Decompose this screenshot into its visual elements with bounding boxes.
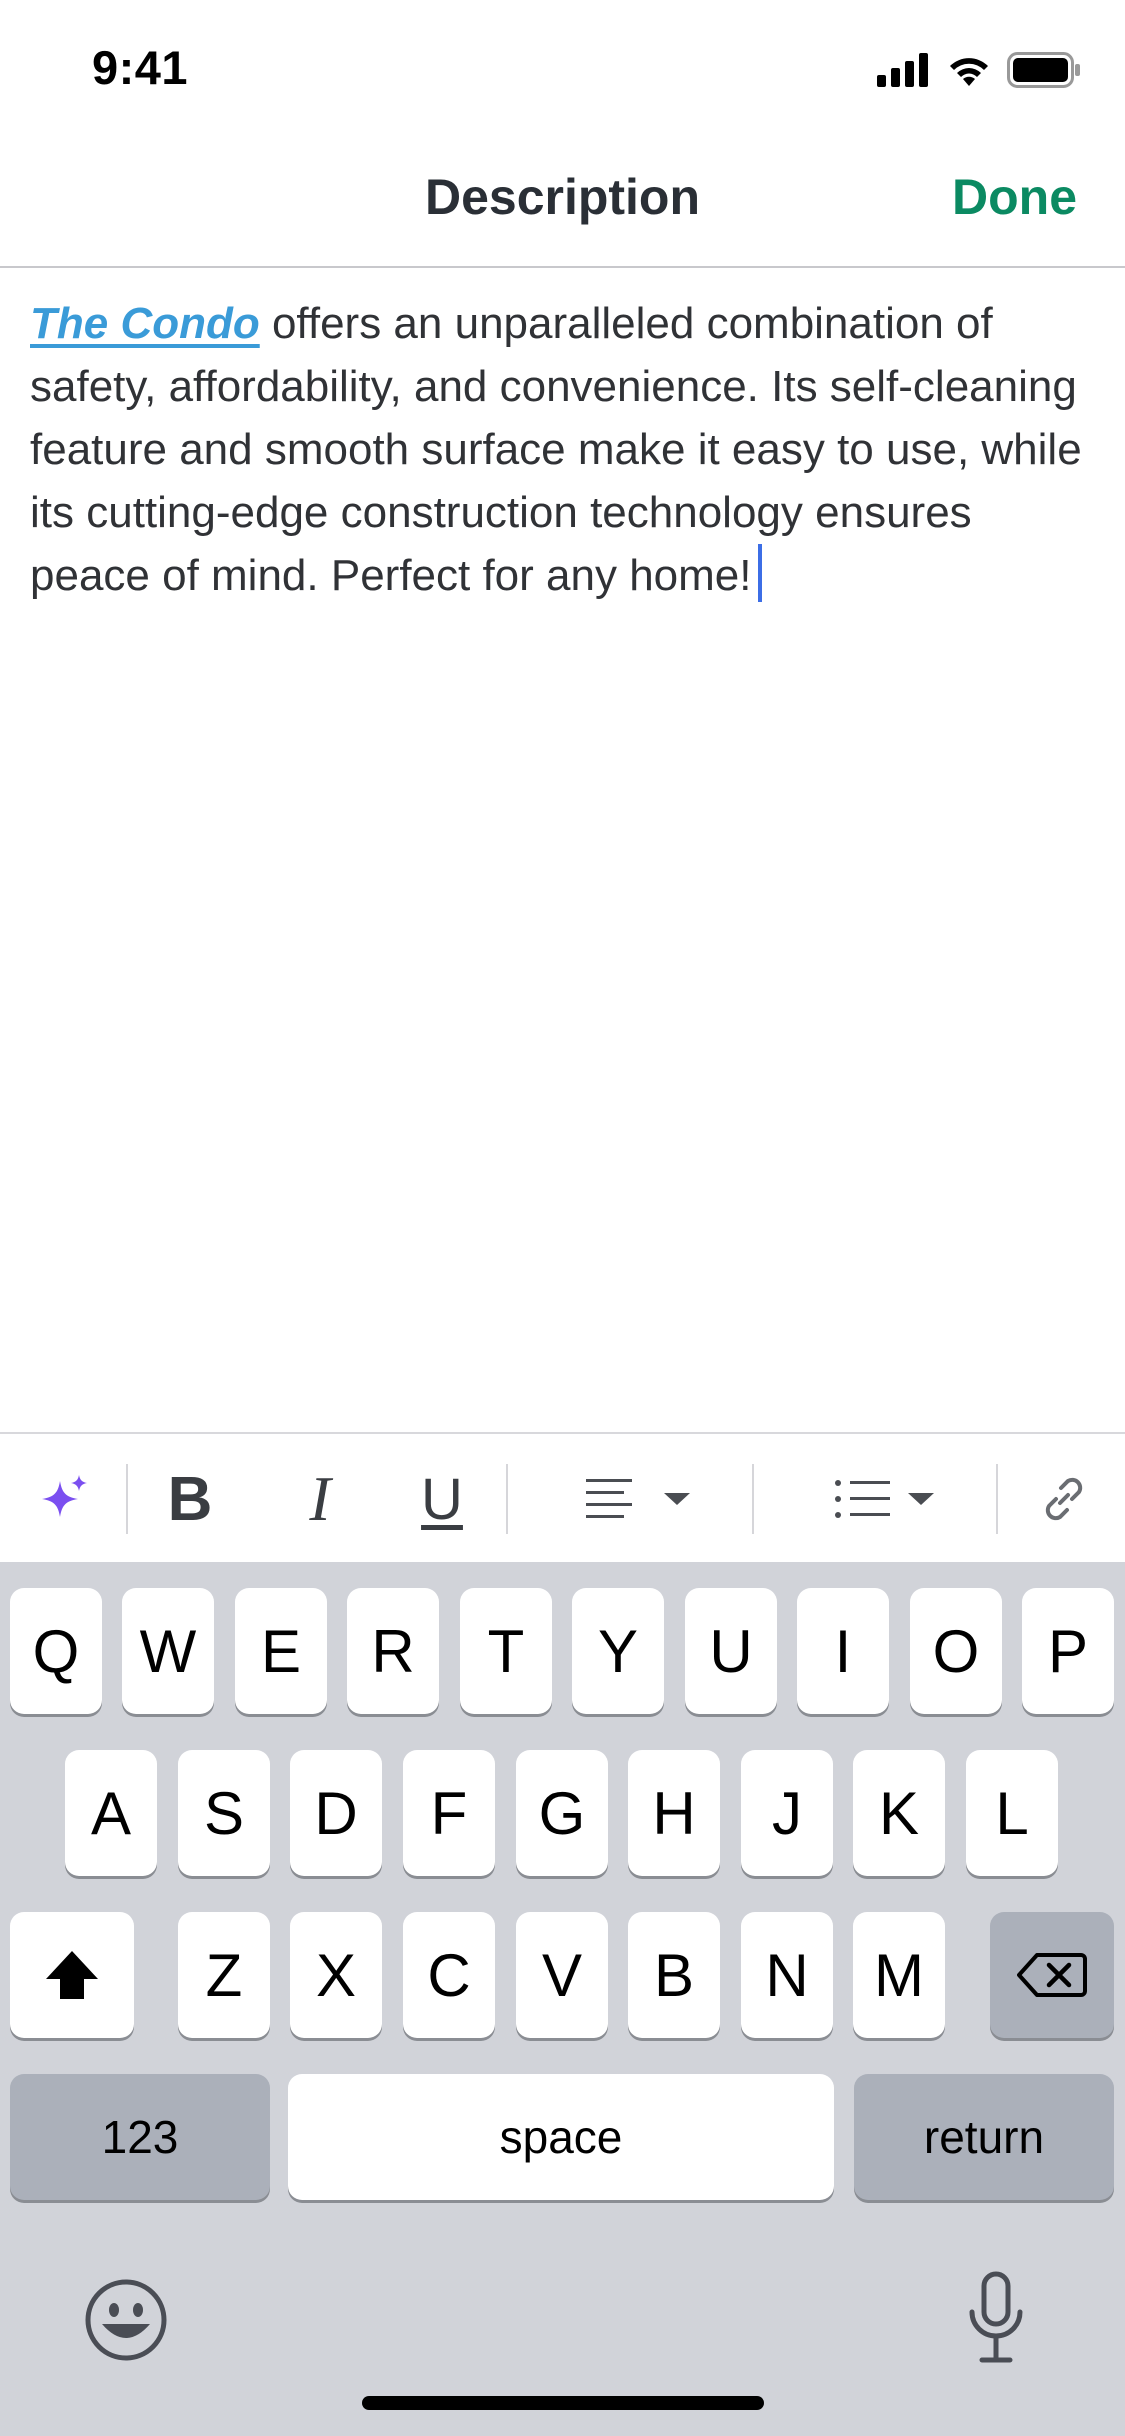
microphone-icon <box>969 2271 1023 2363</box>
backspace-key[interactable] <box>990 1912 1114 2038</box>
toolbar-separator <box>996 1464 998 1534</box>
list-dropdown[interactable] <box>834 1434 954 1564</box>
shift-icon <box>46 1951 98 1999</box>
status-bar: 9:41 <box>0 0 1125 140</box>
return-key[interactable]: return <box>854 2074 1114 2200</box>
text-caret <box>757 544 762 602</box>
key-p[interactable]: P <box>1022 1588 1114 1714</box>
toolbar-separator <box>752 1464 754 1534</box>
underline-button[interactable]: U <box>412 1434 472 1564</box>
key-o[interactable]: O <box>910 1588 1002 1714</box>
toolbar-separator <box>506 1464 508 1534</box>
sparkle-icon <box>42 1475 87 1517</box>
key-n[interactable]: N <box>741 1912 833 2038</box>
key-v[interactable]: V <box>516 1912 608 2038</box>
key-w[interactable]: W <box>122 1588 214 1714</box>
key-m[interactable]: M <box>853 1912 945 2038</box>
key-x[interactable]: X <box>290 1912 382 2038</box>
italic-button[interactable]: I <box>290 1434 350 1564</box>
battery-icon <box>1007 52 1080 88</box>
key-g[interactable]: G <box>516 1750 608 1876</box>
numbers-key[interactable]: 123 <box>10 2074 270 2200</box>
backspace-icon <box>1017 1953 1087 1997</box>
key-d[interactable]: D <box>290 1750 382 1876</box>
link-button[interactable] <box>1032 1434 1096 1564</box>
editor-link[interactable]: The Condo <box>30 299 260 348</box>
nav-bar: Description Done <box>0 140 1125 268</box>
key-k[interactable]: K <box>853 1750 945 1876</box>
bold-button[interactable]: B <box>160 1434 220 1564</box>
key-h[interactable]: H <box>628 1750 720 1876</box>
keyboard: Q W E R T Y U I O P A S D F G H J K L Z … <box>0 1562 1125 2436</box>
key-c[interactable]: C <box>403 1912 495 2038</box>
ai-sparkle-button[interactable] <box>28 1434 100 1564</box>
key-q[interactable]: Q <box>10 1588 102 1714</box>
align-dropdown[interactable] <box>586 1434 696 1564</box>
list-icon <box>835 1480 934 1518</box>
key-u[interactable]: U <box>685 1588 777 1714</box>
link-icon <box>1045 1477 1083 1521</box>
key-t[interactable]: T <box>460 1588 552 1714</box>
align-icon <box>586 1479 690 1518</box>
home-indicator[interactable] <box>362 2396 764 2410</box>
bold-icon: B <box>167 1464 213 1534</box>
key-y[interactable]: Y <box>572 1588 664 1714</box>
key-s[interactable]: S <box>178 1750 270 1876</box>
key-b[interactable]: B <box>628 1912 720 2038</box>
wifi-icon <box>950 58 988 86</box>
key-f[interactable]: F <box>403 1750 495 1876</box>
key-l[interactable]: L <box>966 1750 1058 1876</box>
emoji-button[interactable] <box>84 2278 168 2367</box>
microphone-button[interactable] <box>964 2270 1028 2375</box>
key-i[interactable]: I <box>797 1588 889 1714</box>
done-button[interactable]: Done <box>952 168 1077 226</box>
key-z[interactable]: Z <box>178 1912 270 2038</box>
italic-icon: I <box>309 1463 331 1534</box>
description-editor[interactable]: The Condo offers an unparalleled combina… <box>30 292 1100 607</box>
toolbar-separator <box>126 1464 128 1534</box>
status-icons <box>877 50 1081 90</box>
emoji-icon <box>85 2279 167 2361</box>
underline-icon: U <box>421 1466 463 1532</box>
key-e[interactable]: E <box>235 1588 327 1714</box>
signal-icon <box>877 53 928 87</box>
status-time: 9:41 <box>92 41 189 94</box>
key-a[interactable]: A <box>65 1750 157 1876</box>
format-toolbar: B I U <box>0 1432 1125 1564</box>
key-r[interactable]: R <box>347 1588 439 1714</box>
space-key[interactable]: space <box>288 2074 834 2200</box>
key-j[interactable]: J <box>741 1750 833 1876</box>
shift-key[interactable] <box>10 1912 134 2038</box>
